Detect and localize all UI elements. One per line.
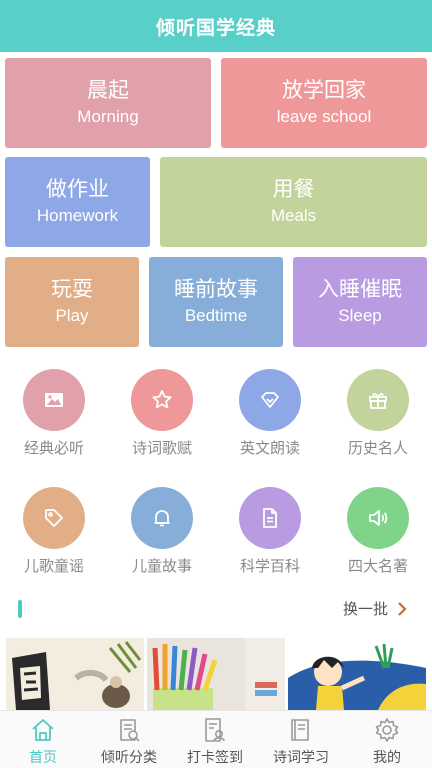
category-icon bbox=[120, 719, 140, 742]
refresh-batch-button[interactable]: 换一批 bbox=[343, 598, 408, 619]
app-header: 倾听国学经典 bbox=[0, 0, 432, 52]
home-icon bbox=[32, 719, 54, 741]
section-accent-bar bbox=[18, 600, 22, 618]
category-science[interactable]: 科学百科 bbox=[224, 487, 316, 587]
checkin-icon bbox=[205, 718, 225, 742]
speaker-icon bbox=[369, 510, 388, 526]
tile-meals[interactable]: 用餐 Meals bbox=[160, 157, 427, 247]
star-icon bbox=[152, 390, 172, 409]
category-poetry-label: 诗词歌赋 bbox=[131, 439, 192, 457]
category-english-circle bbox=[239, 369, 301, 431]
category-poetry[interactable]: 诗词歌赋 bbox=[116, 369, 208, 469]
bottom-tab-bar: 首页 倾听分类 打卡签到 诗词学习 我的 bbox=[0, 710, 432, 768]
tag-icon bbox=[45, 509, 63, 527]
category-classics-four-label: 四大名著 bbox=[347, 557, 408, 575]
tab-profile[interactable]: 我的 bbox=[344, 711, 430, 768]
tile-bedtime[interactable]: 睡前故事 Bedtime bbox=[149, 257, 283, 347]
category-nursery-label: 儿歌童谣 bbox=[23, 557, 84, 575]
tab-home-label: 首页 bbox=[29, 750, 57, 766]
bell-icon bbox=[154, 510, 170, 527]
tile-leave-school-en: leave school bbox=[276, 107, 372, 126]
category-classics-four-circle bbox=[347, 487, 409, 549]
tile-sleep[interactable]: 入睡催眠 Sleep bbox=[293, 257, 427, 347]
chevron-right-icon bbox=[398, 601, 407, 616]
tab-poetry-study-label: 诗词学习 bbox=[273, 750, 329, 766]
tab-profile-label: 我的 bbox=[373, 750, 401, 766]
category-history-circle bbox=[347, 369, 409, 431]
category-history[interactable]: 历史名人 bbox=[332, 369, 424, 469]
pencils-illustration bbox=[147, 638, 285, 710]
tile-bedtime-en: Bedtime bbox=[184, 306, 248, 325]
tile-homework-en: Homework bbox=[36, 206, 119, 225]
diamond-icon bbox=[261, 392, 279, 408]
book-icon bbox=[291, 719, 309, 741]
tile-leave-school[interactable]: 放学回家 leave school bbox=[221, 58, 427, 148]
tile-morning[interactable]: 晨起 Morning bbox=[5, 58, 211, 148]
category-stories[interactable]: 儿童故事 bbox=[116, 487, 208, 587]
refresh-batch-label: 换一批 bbox=[342, 600, 388, 618]
gear-icon bbox=[375, 718, 399, 742]
category-classic[interactable]: 经典必听 bbox=[8, 369, 100, 469]
tab-checkin[interactable]: 打卡签到 bbox=[172, 711, 258, 768]
category-english[interactable]: 英文朗读 bbox=[224, 369, 316, 469]
tab-home[interactable]: 首页 bbox=[0, 711, 86, 768]
category-classic-circle bbox=[23, 369, 85, 431]
category-history-label: 历史名人 bbox=[347, 439, 408, 457]
page-title: 倾听国学经典 bbox=[155, 16, 276, 39]
tab-categories-label: 倾听分类 bbox=[101, 750, 157, 766]
category-science-circle bbox=[239, 487, 301, 549]
category-poetry-circle bbox=[131, 369, 193, 431]
category-stories-label: 儿童故事 bbox=[131, 557, 192, 575]
tile-bedtime-cn: 睡前故事 bbox=[174, 277, 258, 301]
tile-leave-school-cn: 放学回家 bbox=[282, 78, 366, 102]
tile-play-en: Play bbox=[55, 306, 89, 325]
tile-morning-en: Morning bbox=[77, 107, 139, 126]
tile-homework-cn: 做作业 bbox=[46, 177, 109, 201]
calligraphy-illustration bbox=[6, 638, 144, 710]
category-classic-label: 经典必听 bbox=[23, 439, 84, 457]
category-english-label: 英文朗读 bbox=[239, 439, 300, 457]
tile-sleep-en: Sleep bbox=[338, 306, 382, 325]
calligraphy-thumbnail[interactable] bbox=[6, 638, 144, 710]
pencils-thumbnail[interactable] bbox=[147, 638, 285, 710]
tab-categories[interactable]: 倾听分类 bbox=[86, 711, 172, 768]
gift-icon bbox=[369, 393, 387, 409]
tab-checkin-label: 打卡签到 bbox=[187, 750, 243, 766]
document-icon bbox=[263, 508, 277, 528]
tile-sleep-cn: 入睡催眠 bbox=[318, 277, 402, 301]
tile-morning-cn: 晨起 bbox=[87, 78, 129, 102]
tab-poetry-study[interactable]: 诗词学习 bbox=[258, 711, 344, 768]
tile-play-cn: 玩耍 bbox=[51, 277, 93, 301]
category-nursery-circle bbox=[23, 487, 85, 549]
tile-meals-en: Meals bbox=[270, 206, 317, 225]
category-stories-circle bbox=[131, 487, 193, 549]
category-classics-four[interactable]: 四大名著 bbox=[332, 487, 424, 587]
cartoon-kid-illustration bbox=[288, 638, 426, 710]
cartoon-kid-thumbnail[interactable] bbox=[288, 638, 426, 710]
image-icon bbox=[45, 393, 63, 407]
tile-meals-cn: 用餐 bbox=[272, 177, 315, 201]
category-science-label: 科学百科 bbox=[239, 557, 300, 575]
tile-homework[interactable]: 做作业 Homework bbox=[5, 157, 150, 247]
tile-play[interactable]: 玩耍 Play bbox=[5, 257, 139, 347]
category-nursery[interactable]: 儿歌童谣 bbox=[8, 487, 100, 587]
